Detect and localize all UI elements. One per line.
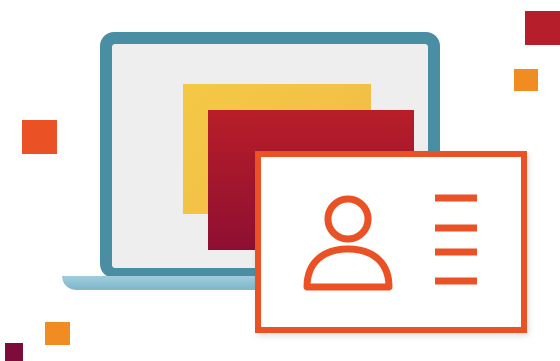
- confetti-square-dark-red: [525, 11, 560, 45]
- text-lines-icon: [435, 194, 477, 285]
- id-card-graphic: [303, 194, 477, 291]
- id-card-icon: [255, 151, 527, 333]
- confetti-square-orange-bottom: [45, 322, 70, 345]
- confetti-square-maroon: [5, 343, 23, 361]
- confetti-square-red-orange: [22, 120, 57, 154]
- person-icon: [303, 195, 393, 291]
- confetti-square-orange-top: [514, 69, 538, 91]
